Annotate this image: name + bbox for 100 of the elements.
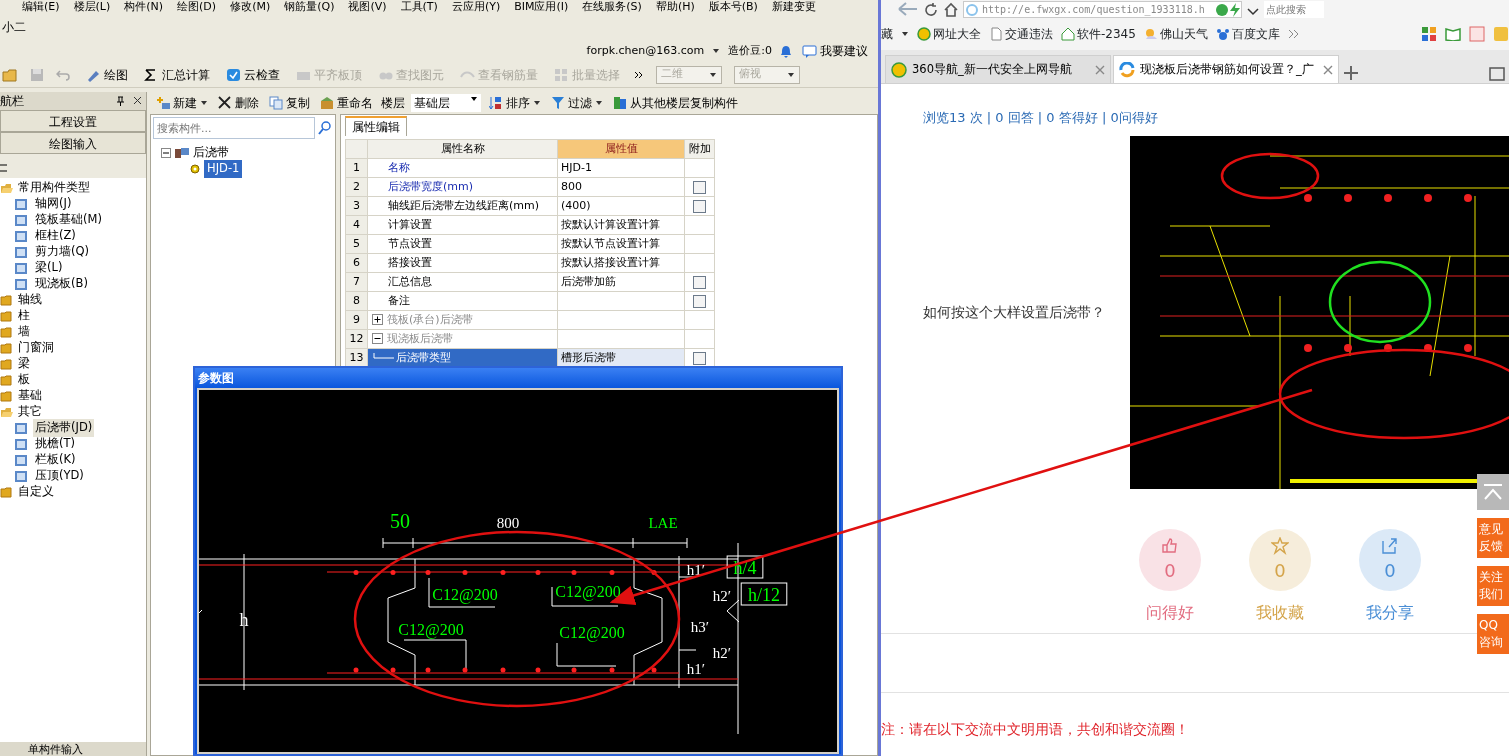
nav-button[interactable]: 工程设置 (0, 110, 146, 132)
address-bar[interactable]: http://e.fwxgx.com/question_1933118.h (963, 1, 1243, 18)
property-name[interactable]: 搭接设置 (367, 253, 558, 273)
property-value[interactable]: 按默认搭接设置计算 (557, 253, 685, 273)
menu-item[interactable]: 工具(T) (400, 0, 438, 16)
folder-icon[interactable] (0, 294, 13, 306)
menu-item[interactable]: BIM应用(I) (514, 0, 569, 16)
tree-item[interactable]: 框柱(Z) (33, 227, 78, 245)
property-name[interactable]: 后浇带宽度(mm) (367, 177, 558, 197)
property-name[interactable]: 轴线距后浇带左边线距离(mm) (367, 196, 558, 216)
home-icon[interactable] (943, 2, 959, 18)
toolbar-button[interactable]: 新建 (154, 93, 210, 113)
toolbar-button[interactable]: 重命名 (318, 93, 375, 113)
checkbox[interactable] (693, 294, 706, 308)
property-value[interactable]: (400) (557, 196, 685, 216)
folder-icon[interactable] (0, 390, 13, 402)
search-field[interactable]: 搜索构件... (153, 117, 315, 139)
menu-item[interactable]: 云应用(Y) (451, 0, 501, 16)
open-folder-icon[interactable] (0, 406, 13, 418)
panel-tab[interactable]: 单构件输入 (0, 742, 146, 756)
pin-icon[interactable] (116, 96, 125, 106)
tree-folder[interactable]: 墙 (16, 323, 32, 341)
tree-folder[interactable]: 板 (16, 371, 32, 389)
tree-item[interactable]: 压顶(YD) (33, 467, 86, 485)
property-name[interactable]: 备注 (367, 291, 558, 311)
suggest-button[interactable]: 我要建议 (800, 41, 870, 61)
search-field[interactable]: 点此搜索 (1264, 1, 1325, 18)
tree-item[interactable]: 后浇带(JD) (33, 419, 95, 437)
property-name[interactable]: 节点设置 (367, 234, 558, 254)
bell-icon[interactable] (780, 44, 792, 58)
menu-item[interactable]: 修改(M) (230, 0, 271, 16)
menu-item[interactable]: 视图(V) (348, 0, 387, 16)
bookmark-link[interactable]: 网址大全 (917, 25, 981, 43)
checkbox[interactable] (693, 199, 706, 213)
tree-folder[interactable]: 常用构件类型 (16, 179, 92, 197)
property-value[interactable]: 后浇带加筋 (557, 272, 685, 292)
tree-item[interactable]: 筏板基础(M) (33, 211, 104, 229)
property-name[interactable]: 计算设置 (367, 215, 558, 235)
folder-icon[interactable] (2, 67, 18, 82)
properties-tab[interactable]: 属性编辑 (345, 116, 407, 136)
floor-select[interactable]: 基础层 (411, 94, 481, 112)
bookmark-link[interactable]: 藏 (881, 25, 893, 43)
toolbar-button[interactable]: 绘图 (84, 64, 130, 85)
search-icon[interactable] (317, 120, 333, 136)
user-tab[interactable]: 小二 (2, 20, 26, 34)
folder-icon[interactable] (0, 342, 13, 354)
tree-folder[interactable]: 门窗洞 (16, 339, 56, 357)
property-value[interactable]: 按默认节点设置计算 (557, 234, 685, 254)
checkbox[interactable] (693, 275, 706, 289)
folder-icon[interactable] (0, 358, 13, 370)
menu-item[interactable]: 楼层(L) (73, 0, 111, 16)
property-value[interactable]: 800 (557, 177, 685, 197)
menu-item[interactable]: 版本号(B) (708, 0, 758, 16)
checkbox[interactable] (693, 351, 706, 365)
property-name[interactable]: 名称 (367, 158, 558, 178)
caret-icon[interactable] (712, 48, 721, 54)
chevron-icon[interactable] (634, 70, 644, 79)
nav-button[interactable]: 绘图输入 (0, 132, 146, 154)
toolbar-button[interactable]: 删除 (216, 93, 261, 113)
menu-item[interactable]: 编辑(E) (22, 0, 60, 16)
menu-item[interactable]: 新建变更 (771, 0, 816, 16)
property-name[interactable]: 现浇板后浇带 (367, 329, 558, 349)
undo-icon[interactable] (56, 67, 72, 82)
tree-folder[interactable]: 其它 (16, 403, 44, 421)
tree-folder[interactable]: 柱 (16, 307, 32, 325)
folder-icon[interactable] (0, 310, 13, 322)
property-value[interactable]: HJD-1 (557, 158, 685, 178)
toolbar-button[interactable]: 复制 (267, 93, 312, 113)
bookmark-link[interactable]: 交通违法 (989, 25, 1053, 43)
menu-item[interactable]: 钢筋量(Q) (284, 0, 335, 16)
browser-tab[interactable]: 现浇板后浇带钢筋如何设置？_广 (1113, 55, 1339, 83)
folder-icon[interactable] (0, 326, 13, 338)
apps-icon[interactable] (1421, 26, 1437, 42)
tree-item[interactable]: 后浇带 (193, 144, 229, 162)
refresh-icon[interactable] (923, 2, 939, 18)
tree-item[interactable]: 现浇板(B) (33, 275, 90, 293)
property-name[interactable]: 筏板(承台)后浇带 (367, 310, 558, 330)
toolbar-button[interactable]: 从其他楼层复制构件 (611, 93, 740, 113)
menu-item[interactable]: 绘图(D) (177, 0, 217, 16)
tree-folder[interactable]: 梁 (16, 355, 32, 373)
menu-item[interactable]: 在线服务(S) (582, 0, 642, 16)
tree-item[interactable]: 轴网(J) (33, 195, 74, 213)
tree-item[interactable]: 剪力墙(Q) (33, 243, 92, 261)
tree-item[interactable]: 栏板(K) (33, 451, 78, 469)
tree-item[interactable]: 梁(L) (33, 259, 65, 277)
book-icon[interactable] (1445, 27, 1461, 41)
close-icon[interactable] (133, 96, 142, 105)
toolbar-button[interactable]: 汇总计算 (142, 64, 212, 85)
tree-folder[interactable]: 轴线 (16, 291, 44, 309)
tree-item[interactable]: 挑檐(T) (33, 435, 77, 453)
tree-folder[interactable]: 自定义 (16, 483, 56, 501)
open-folder-icon[interactable] (0, 182, 13, 194)
back-to-top-button[interactable] (1477, 474, 1509, 510)
bookmark-link[interactable]: 佛山天气 (1143, 25, 1208, 43)
toolbar-button[interactable]: 云检查 (224, 64, 282, 85)
caret-icon[interactable] (901, 31, 909, 37)
checkbox[interactable] (693, 180, 706, 194)
expand-icon[interactable] (372, 314, 383, 326)
folder-icon[interactable] (0, 486, 13, 498)
toolbar-button[interactable]: 过滤 (549, 93, 605, 113)
